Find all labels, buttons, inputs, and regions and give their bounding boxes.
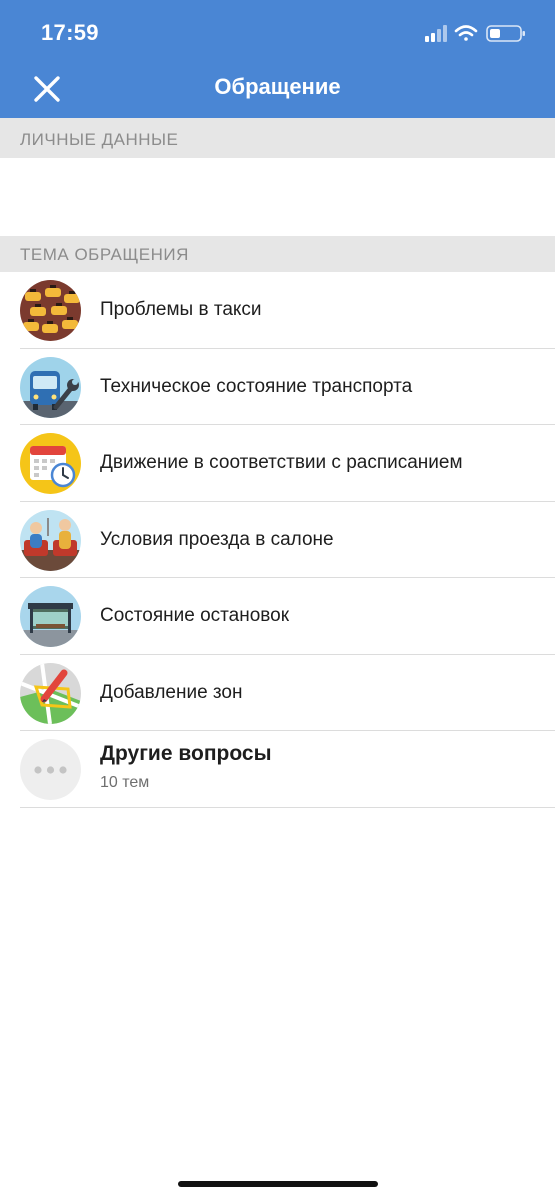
page-title: Обращение — [214, 74, 341, 99]
passengers-icon — [20, 509, 81, 571]
topic-label: Проблемы в такси — [100, 299, 262, 321]
app-header: 17:59 Обращение — [0, 0, 555, 118]
map-pencil-icon — [20, 662, 81, 724]
topic-add-zones[interactable]: Добавление зон — [0, 655, 555, 732]
topic-taxi[interactable]: Проблемы в такси — [0, 272, 555, 349]
topic-label: Движение в соответствии с расписанием — [100, 452, 463, 474]
bus-repair-icon — [20, 356, 81, 418]
status-time: 17:59 — [41, 20, 99, 45]
topic-schedule[interactable]: Движение в соответствии с расписанием — [0, 425, 555, 502]
topic-label: Состояние остановок — [100, 605, 290, 627]
calendar-clock-icon — [20, 433, 81, 494]
section-topic: ТЕМА ОБРАЩЕНИЯ — [0, 236, 555, 272]
topic-other[interactable]: Другие вопросы 10 тем — [0, 731, 555, 808]
topic-label: Другие вопросы — [100, 742, 272, 765]
topic-count: 10 тем — [100, 774, 150, 791]
battery-icon — [486, 25, 525, 42]
home-indicator[interactable] — [178, 1181, 378, 1187]
bus-stop-icon — [20, 586, 81, 647]
more-icon — [20, 739, 81, 800]
topic-label: Техническое состояние транспорта — [100, 375, 413, 397]
section-personal-data: ЛИЧНЫЕ ДАННЫЕ — [0, 118, 555, 158]
topic-list: Проблемы в такси Техническое состояние т… — [0, 272, 555, 808]
topic-label: Условия проезда в салоне — [100, 528, 334, 550]
wifi-icon — [454, 25, 478, 41]
taxi-icon — [20, 280, 81, 341]
topic-cabin-conditions[interactable]: Условия проезда в салоне — [0, 502, 555, 579]
status-icons — [425, 25, 525, 42]
signal-icon — [425, 25, 447, 42]
topic-stops[interactable]: Состояние остановок — [0, 578, 555, 655]
topic-label: Добавление зон — [100, 681, 243, 703]
topic-vehicle-condition[interactable]: Техническое состояние транспорта — [0, 349, 555, 426]
